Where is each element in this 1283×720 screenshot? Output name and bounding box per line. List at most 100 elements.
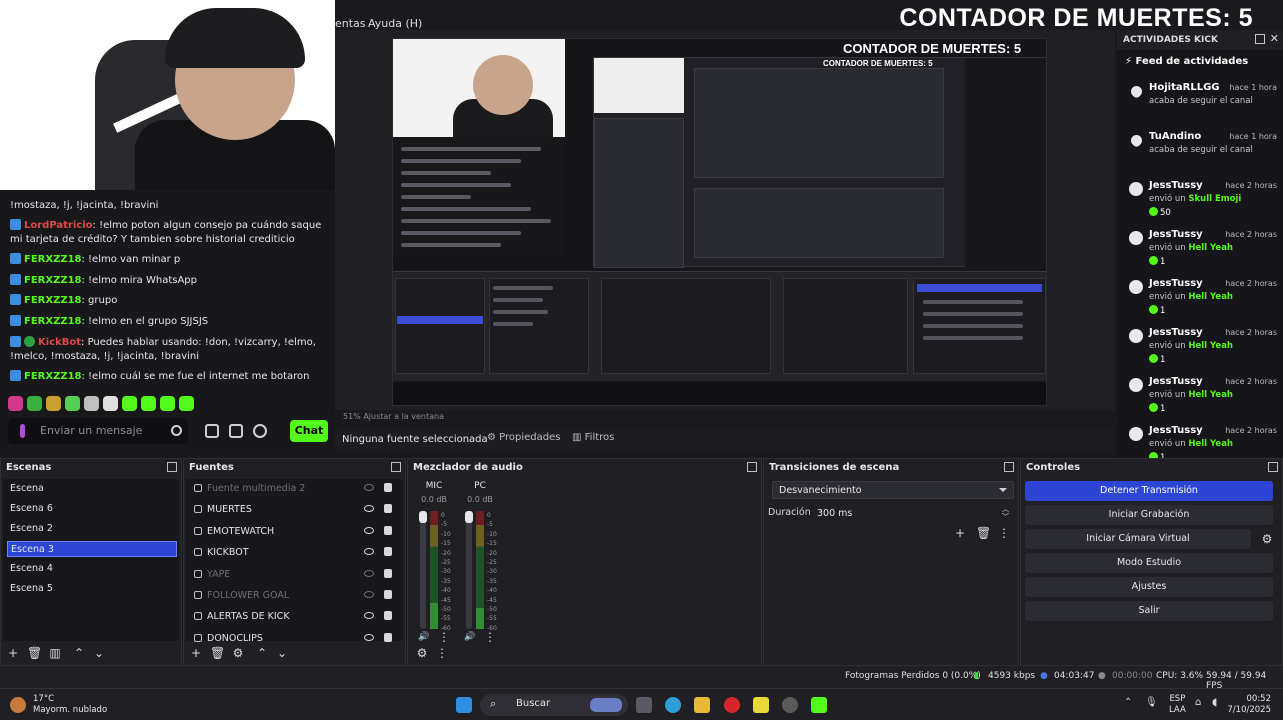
slider-knob[interactable]: [465, 511, 473, 523]
gear-icon[interactable]: ⚙: [1261, 533, 1273, 545]
emote-icon[interactable]: [141, 396, 156, 411]
eye-off-icon[interactable]: [364, 569, 374, 577]
scene-item[interactable]: Escena 5: [7, 581, 177, 597]
chat-username[interactable]: FERXZZ18: [24, 316, 82, 327]
float-dock-icon[interactable]: [747, 462, 757, 472]
sticky-notes-icon[interactable]: [753, 697, 769, 713]
lock-icon[interactable]: [384, 590, 392, 599]
float-dock-icon[interactable]: [167, 462, 177, 472]
eye-icon[interactable]: [364, 633, 374, 641]
chat-username[interactable]: KickBot: [38, 337, 81, 348]
emoji-picker-icon[interactable]: [171, 425, 182, 436]
weather-widget[interactable]: 17°C Mayorm. nublado: [33, 694, 107, 716]
source-item[interactable]: YAPE: [194, 567, 394, 585]
source-item[interactable]: FOLLOWER GOAL: [194, 588, 394, 606]
float-dock-icon[interactable]: [1004, 462, 1014, 472]
arrow-up-icon[interactable]: ⌃: [73, 647, 85, 659]
source-item[interactable]: KICKBOT: [194, 545, 394, 563]
arrow-up-icon[interactable]: ⌃: [256, 647, 268, 659]
edge-icon[interactable]: [665, 697, 681, 713]
chat-message-input[interactable]: Enviar un mensaje: [8, 418, 188, 444]
eye-off-icon[interactable]: [364, 484, 374, 491]
chat-username[interactable]: FERXZZ18: [24, 275, 82, 286]
add-icon[interactable]: +: [7, 647, 19, 659]
emote-icon[interactable]: [179, 396, 194, 411]
speaker-icon[interactable]: 🔊: [464, 631, 476, 643]
preview-zoom-status[interactable]: 51% Ajustar a la ventana: [343, 412, 444, 421]
start-virtual-camera-button[interactable]: Iniciar Cámara Virtual: [1025, 529, 1251, 549]
obs-icon[interactable]: [782, 697, 798, 713]
trash-icon[interactable]: 🗑: [27, 647, 42, 659]
volume-slider[interactable]: [465, 511, 473, 629]
kebab-icon[interactable]: ⋮: [438, 631, 450, 643]
task-view-icon[interactable]: [636, 697, 652, 713]
stop-streaming-button[interactable]: Detener Transmisión: [1025, 481, 1273, 501]
speaker-icon[interactable]: 🔊: [418, 631, 430, 643]
weather-icon[interactable]: [10, 697, 26, 713]
volume-slider[interactable]: [419, 511, 427, 629]
emote-icon[interactable]: [160, 396, 175, 411]
chevron-up-icon[interactable]: ⌃: [1124, 697, 1132, 708]
eye-icon[interactable]: [364, 548, 374, 556]
add-icon[interactable]: +: [190, 647, 202, 659]
opera-icon[interactable]: [724, 697, 740, 713]
duration-spinbox[interactable]: 300 ms ︿ ﹀: [810, 504, 1014, 522]
taskbar-search[interactable]: ⌕ Buscar: [480, 694, 628, 716]
properties-button[interactable]: ⚙ Propiedades: [487, 432, 560, 448]
eye-off-icon[interactable]: [364, 591, 374, 598]
float-dock-icon[interactable]: [391, 462, 401, 472]
spin-arrows-icon[interactable]: ︿ ﹀: [1002, 505, 1009, 521]
lock-icon[interactable]: [384, 483, 392, 492]
kebab-icon[interactable]: ⋮: [484, 631, 496, 643]
emote-icon[interactable]: [84, 396, 99, 411]
mic-tray-icon[interactable]: 🎙: [1145, 697, 1158, 708]
studio-mode-button[interactable]: Modo Estudio: [1025, 553, 1273, 573]
emote-icon[interactable]: [8, 396, 23, 411]
settings-button[interactable]: Ajustes: [1025, 577, 1273, 597]
slider-knob[interactable]: [419, 511, 427, 523]
filters-button[interactable]: ▥ Filtros: [572, 432, 614, 448]
emote-icon[interactable]: [27, 396, 42, 411]
emote-icon[interactable]: [122, 396, 137, 411]
kick-app-icon[interactable]: [811, 697, 827, 713]
link-icon[interactable]: [205, 424, 219, 438]
gear-icon[interactable]: [253, 424, 267, 438]
kebab-icon[interactable]: ⋮: [998, 527, 1010, 539]
trash-icon[interactable]: 🗑: [976, 527, 991, 539]
chat-send-button[interactable]: Chat: [290, 420, 328, 442]
scene-item[interactable]: Escena 3: [7, 541, 177, 557]
source-item[interactable]: EMOTEWATCH: [194, 524, 394, 542]
gear-icon[interactable]: ⚙: [416, 647, 428, 659]
scene-item[interactable]: Escena 2: [7, 521, 177, 537]
lock-icon[interactable]: [384, 568, 392, 578]
emote-icon[interactable]: [103, 396, 118, 411]
chat-username[interactable]: FERXZZ18: [24, 371, 82, 382]
lock-icon[interactable]: [384, 611, 392, 621]
eye-icon[interactable]: [364, 505, 374, 513]
menu-item-help[interactable]: Ayuda (H): [368, 17, 422, 30]
close-icon[interactable]: ✕: [1270, 32, 1279, 45]
scene-item[interactable]: Escena: [7, 481, 177, 497]
menu-item-partial[interactable]: entas: [335, 17, 366, 30]
scene-item[interactable]: Escena 6: [7, 501, 177, 517]
store-icon[interactable]: [229, 424, 243, 438]
volume-icon[interactable]: ◖: [1212, 697, 1217, 708]
lock-icon[interactable]: [384, 504, 392, 514]
source-item[interactable]: Fuente multimedia 2: [194, 481, 394, 499]
transition-select[interactable]: Desvanecimiento: [772, 481, 1014, 499]
eye-icon[interactable]: [364, 526, 374, 534]
source-item[interactable]: ALERTAS DE KICK: [194, 609, 394, 627]
chat-username[interactable]: FERXZZ18: [24, 295, 82, 306]
filter-icon[interactable]: ▥: [49, 647, 61, 659]
emote-icon[interactable]: [65, 396, 80, 411]
emote-icon[interactable]: [46, 396, 61, 411]
file-explorer-icon[interactable]: [694, 697, 710, 713]
trash-icon[interactable]: 🗑: [210, 647, 225, 659]
gear-icon[interactable]: ⚙: [232, 647, 244, 659]
lock-icon[interactable]: [384, 525, 392, 535]
kebab-icon[interactable]: ⋮: [436, 647, 448, 659]
add-icon[interactable]: +: [954, 527, 966, 539]
lock-icon[interactable]: [384, 547, 392, 557]
start-recording-button[interactable]: Iniciar Grabación: [1025, 505, 1273, 525]
exit-button[interactable]: Salir: [1025, 601, 1273, 621]
